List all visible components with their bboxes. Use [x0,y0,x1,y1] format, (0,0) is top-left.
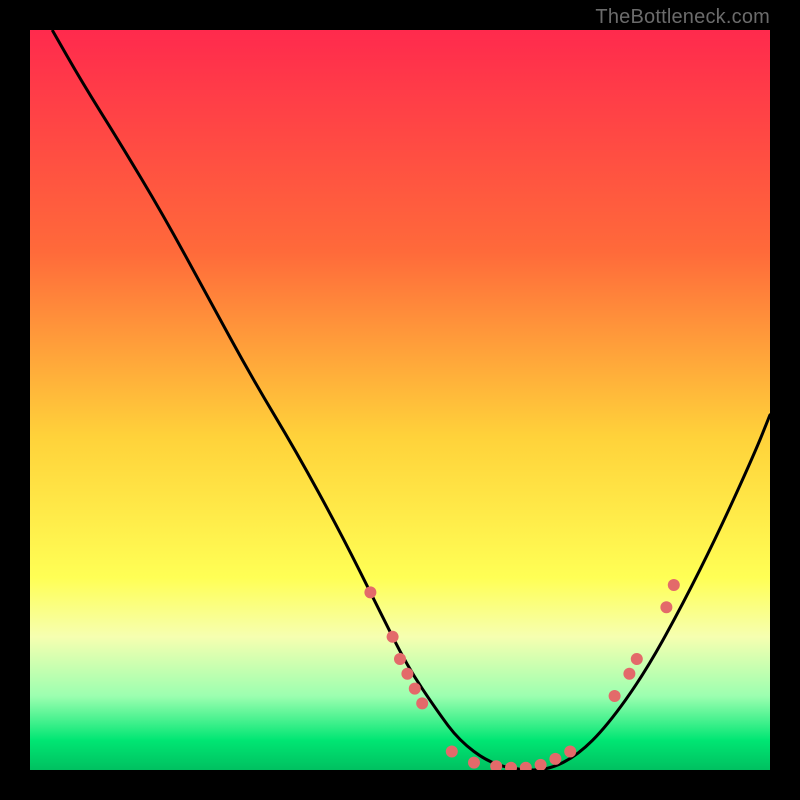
watermark-text: TheBottleneck.com [595,6,770,29]
marker-dot [564,746,576,758]
marker-dot [623,668,635,680]
marker-dot [660,601,672,613]
marker-dot [609,690,621,702]
marker-dot [668,579,680,591]
chart-frame [30,30,770,770]
marker-dot [364,586,376,598]
marker-dot [549,753,561,765]
marker-dot [401,668,413,680]
marker-dot [468,757,480,769]
marker-dot [416,697,428,709]
bottleneck-chart [30,30,770,770]
marker-dot [409,683,421,695]
marker-dot [394,653,406,665]
marker-dot [631,653,643,665]
marker-dot [387,631,399,643]
marker-dot [446,746,458,758]
